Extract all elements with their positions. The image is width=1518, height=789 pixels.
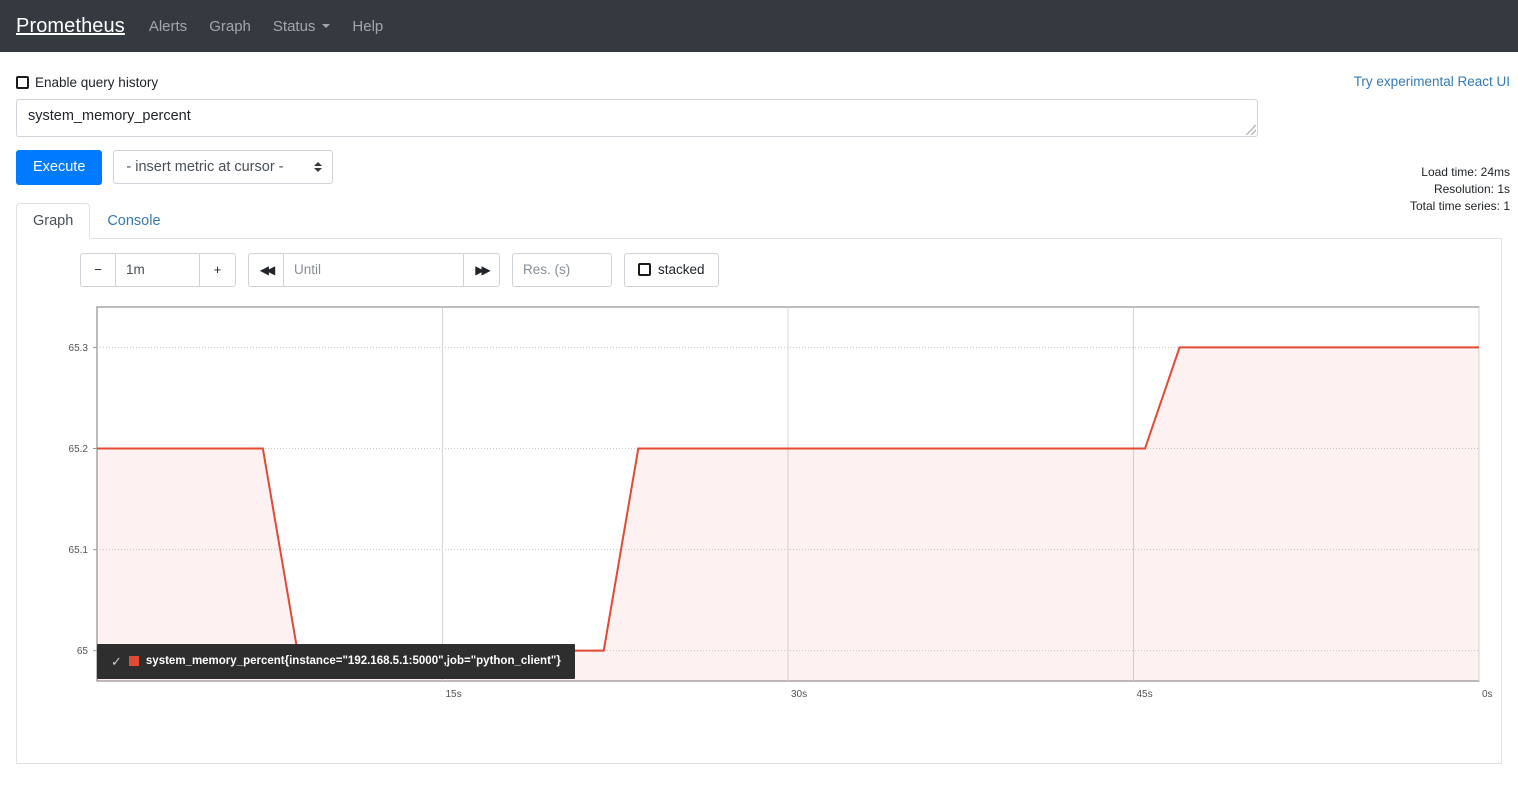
query-stats: Load time: 24ms Resolution: 1s Total tim… bbox=[1410, 164, 1510, 215]
insert-metric-select[interactable]: - insert metric at cursor - bbox=[113, 150, 334, 185]
range-decrease-button[interactable]: − bbox=[80, 252, 116, 287]
tab-list: Graph Console bbox=[16, 202, 1502, 239]
nav-item-graph-label: Graph bbox=[209, 17, 251, 35]
page-body: Try experimental React UI Load time: 24m… bbox=[0, 52, 1518, 764]
resolution-text: Resolution: 1s bbox=[1433, 182, 1510, 196]
nav-item-help[interactable]: Help bbox=[352, 18, 383, 35]
stacked-checkbox-icon bbox=[638, 263, 651, 277]
execute-button[interactable]: Execute bbox=[16, 150, 103, 185]
legend-series-label: system_memory_percent{instance="192.168.… bbox=[145, 655, 561, 668]
range-increase-button[interactable]: + bbox=[200, 252, 236, 287]
range-input[interactable]: 1m bbox=[116, 252, 200, 287]
svg-text:45s: 45s bbox=[1137, 689, 1153, 700]
enable-query-history-row[interactable]: Enable query history bbox=[16, 52, 1502, 90]
enable-query-history-checkbox[interactable] bbox=[16, 76, 29, 89]
brand-logo[interactable]: Prometheus bbox=[16, 15, 125, 38]
nav-item-alerts[interactable]: Alerts bbox=[149, 18, 187, 35]
range-group: − 1m + bbox=[80, 252, 236, 287]
step-forward-button[interactable]: ▶▶ bbox=[464, 252, 500, 287]
insert-metric-select-value: - insert metric at cursor - bbox=[126, 159, 284, 176]
query-expression-input[interactable]: system_memory_percent bbox=[16, 99, 1258, 137]
load-time-text: Load time: 24ms bbox=[1421, 165, 1510, 179]
svg-text:30s: 30s bbox=[791, 689, 807, 700]
until-group: ◀◀ Until ▶▶ bbox=[248, 252, 500, 287]
stacked-label: stacked bbox=[658, 262, 705, 278]
nav-item-graph[interactable]: Graph bbox=[209, 18, 251, 35]
svg-text:0s: 0s bbox=[1482, 689, 1493, 700]
tab-console[interactable]: Console bbox=[90, 203, 177, 239]
svg-text:15s: 15s bbox=[446, 689, 462, 700]
total-series-text: Total time series: 1 bbox=[1409, 199, 1510, 213]
svg-text:65.1: 65.1 bbox=[69, 545, 89, 556]
enable-query-history-label: Enable query history bbox=[35, 75, 159, 90]
resolution-input[interactable]: Res. (s) bbox=[512, 252, 612, 287]
nav-item-help-label: Help bbox=[352, 17, 384, 35]
legend-color-swatch bbox=[128, 656, 139, 667]
svg-text:65: 65 bbox=[77, 646, 89, 657]
execute-row: Execute - insert metric at cursor - bbox=[16, 150, 1502, 185]
graph-panel: − 1m + ◀◀ Until ▶▶ Res. (s) stacked 65 65… bbox=[16, 238, 1502, 764]
try-react-ui-link[interactable]: Try experimental React UI bbox=[1354, 74, 1510, 89]
legend-check-icon: ✓ bbox=[111, 653, 122, 669]
navbar: Prometheus Alerts Graph Status Help bbox=[0, 0, 1518, 52]
chevron-down-icon bbox=[322, 24, 331, 28]
nav-item-status[interactable]: Status bbox=[273, 18, 331, 35]
nav-item-status-label: Status bbox=[272, 17, 316, 35]
until-input[interactable]: Until bbox=[284, 252, 464, 287]
stacked-toggle[interactable]: stacked bbox=[624, 252, 719, 287]
step-backward-button[interactable]: ◀◀ bbox=[248, 252, 284, 287]
tab-graph[interactable]: Graph bbox=[16, 202, 91, 239]
svg-text:65.3: 65.3 bbox=[69, 343, 89, 354]
chevron-updown-icon bbox=[314, 162, 323, 173]
svg-text:65.2: 65.2 bbox=[69, 444, 89, 455]
chart-legend[interactable]: ✓ system_memory_percent{instance="192.16… bbox=[97, 643, 575, 679]
graph-controls: − 1m + ◀◀ Until ▶▶ Res. (s) stacked bbox=[17, 252, 1501, 287]
nav-item-alerts-label: Alerts bbox=[148, 17, 188, 35]
